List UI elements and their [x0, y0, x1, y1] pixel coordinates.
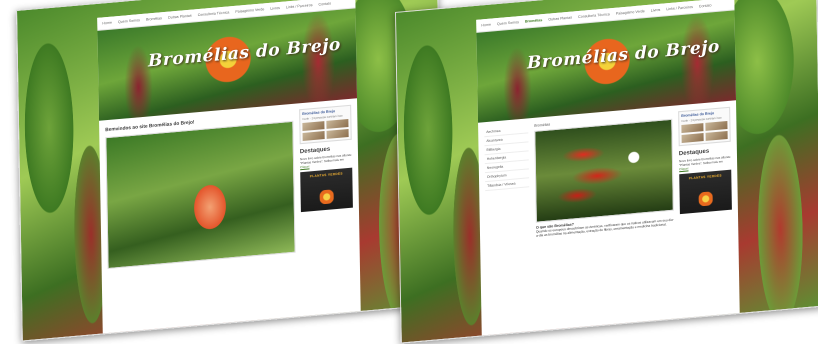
nav-item-outras-plantas[interactable]: Outras Plantas — [548, 16, 572, 22]
content-body: Aechmea Alcantarea Billbergia Hohenbergi… — [478, 100, 738, 249]
destaques-text: Novo livro sobre bromélias nas alturas: … — [678, 154, 731, 172]
book-title: PLANTAS VERDES — [688, 173, 722, 181]
nav-item-consultoria[interactable]: Consultoria Técnica — [578, 12, 610, 19]
nav-item-quem-somos[interactable]: Quem Somos — [118, 18, 140, 24]
nav-item-livros[interactable]: Livros — [651, 8, 661, 13]
facebook-widget: Bromélias do Brejo Curtir · 23 pessoas c… — [678, 106, 731, 147]
screenshot-bromelias: Home Quem Somos Bromélias Outras Plantas… — [395, 0, 818, 344]
nav-item-links[interactable]: Links / Parceiros — [286, 3, 313, 9]
site-title[interactable]: Bromélias do Brejo — [148, 35, 341, 72]
nav-item-paisagismo[interactable]: Paisagismo Verde — [616, 9, 645, 16]
nav-item-links[interactable]: Links / Parceiros — [666, 5, 693, 11]
screenshot-home: Home Quem Somos Bromélias Outras Plantas… — [16, 0, 444, 342]
main-column: Bromélias O que são Bromélias? Quando os… — [534, 112, 674, 239]
avatar[interactable] — [705, 120, 728, 131]
avatar[interactable] — [302, 131, 325, 141]
nav-item-bromelias[interactable]: Bromélias — [146, 16, 162, 21]
destaques-link[interactable]: Clique! — [679, 166, 688, 171]
nav-item-livros[interactable]: Livros — [270, 6, 280, 11]
avatar[interactable] — [326, 118, 349, 129]
nav-item-contato[interactable]: Contato — [318, 1, 331, 6]
bromelia-photo — [534, 118, 674, 223]
avatar[interactable] — [705, 130, 728, 141]
page-container: Home Quem Somos Bromélias Outras Plantas… — [476, 0, 740, 344]
flower-icon — [698, 191, 713, 207]
avatar[interactable] — [681, 133, 704, 143]
sidebar: Bromélias do Brejo Curtir · 23 pessoas c… — [299, 104, 353, 252]
facebook-fan-thumbs — [302, 118, 349, 141]
flower-icon — [319, 189, 334, 205]
destaques-text: Novo livro sobre bromélias nas alturas: … — [299, 152, 352, 170]
nav-item-consultoria[interactable]: Consultoria Técnica — [198, 10, 230, 17]
facebook-fan-thumbs — [681, 120, 728, 143]
nav-item-contato[interactable]: Contato — [699, 3, 712, 8]
site-title[interactable]: Bromélias do Brejo — [527, 37, 720, 74]
nav-item-home[interactable]: Home — [102, 21, 112, 26]
nav-item-quem-somos[interactable]: Quem Somos — [497, 20, 519, 26]
nav-item-outras-plantas[interactable]: Outras Plantas — [168, 14, 192, 20]
book-cover[interactable]: PLANTAS VERDES — [679, 169, 732, 215]
destaques-link[interactable]: Clique! — [300, 164, 309, 169]
avatar[interactable] — [326, 128, 349, 139]
nav-item-bromelias[interactable]: Bromélias — [525, 18, 542, 24]
nav-item-home[interactable]: Home — [481, 23, 491, 28]
bromelia-photo — [105, 120, 296, 270]
nav-item-paisagismo[interactable]: Paisagismo Verde — [235, 7, 264, 14]
avatar[interactable] — [302, 121, 325, 131]
book-title: PLANTAS VERDES — [309, 171, 343, 179]
page-container: Home Quem Somos Bromélias Outras Plantas… — [97, 0, 361, 342]
content-body: Bemvindos ao site Bromélias do Brejo! Br… — [99, 98, 360, 275]
book-cover[interactable]: PLANTAS VERDES — [300, 167, 353, 213]
main-column: Bemvindos ao site Bromélias do Brejo! — [105, 110, 296, 270]
side-menu: Aechmea Alcantarea Billbergia Hohenbergi… — [484, 124, 530, 242]
avatar[interactable] — [681, 123, 704, 133]
sidebar: Bromélias do Brejo Curtir · 23 pessoas c… — [678, 106, 732, 226]
facebook-widget: Bromélias do Brejo Curtir · 23 pessoas c… — [299, 104, 352, 145]
